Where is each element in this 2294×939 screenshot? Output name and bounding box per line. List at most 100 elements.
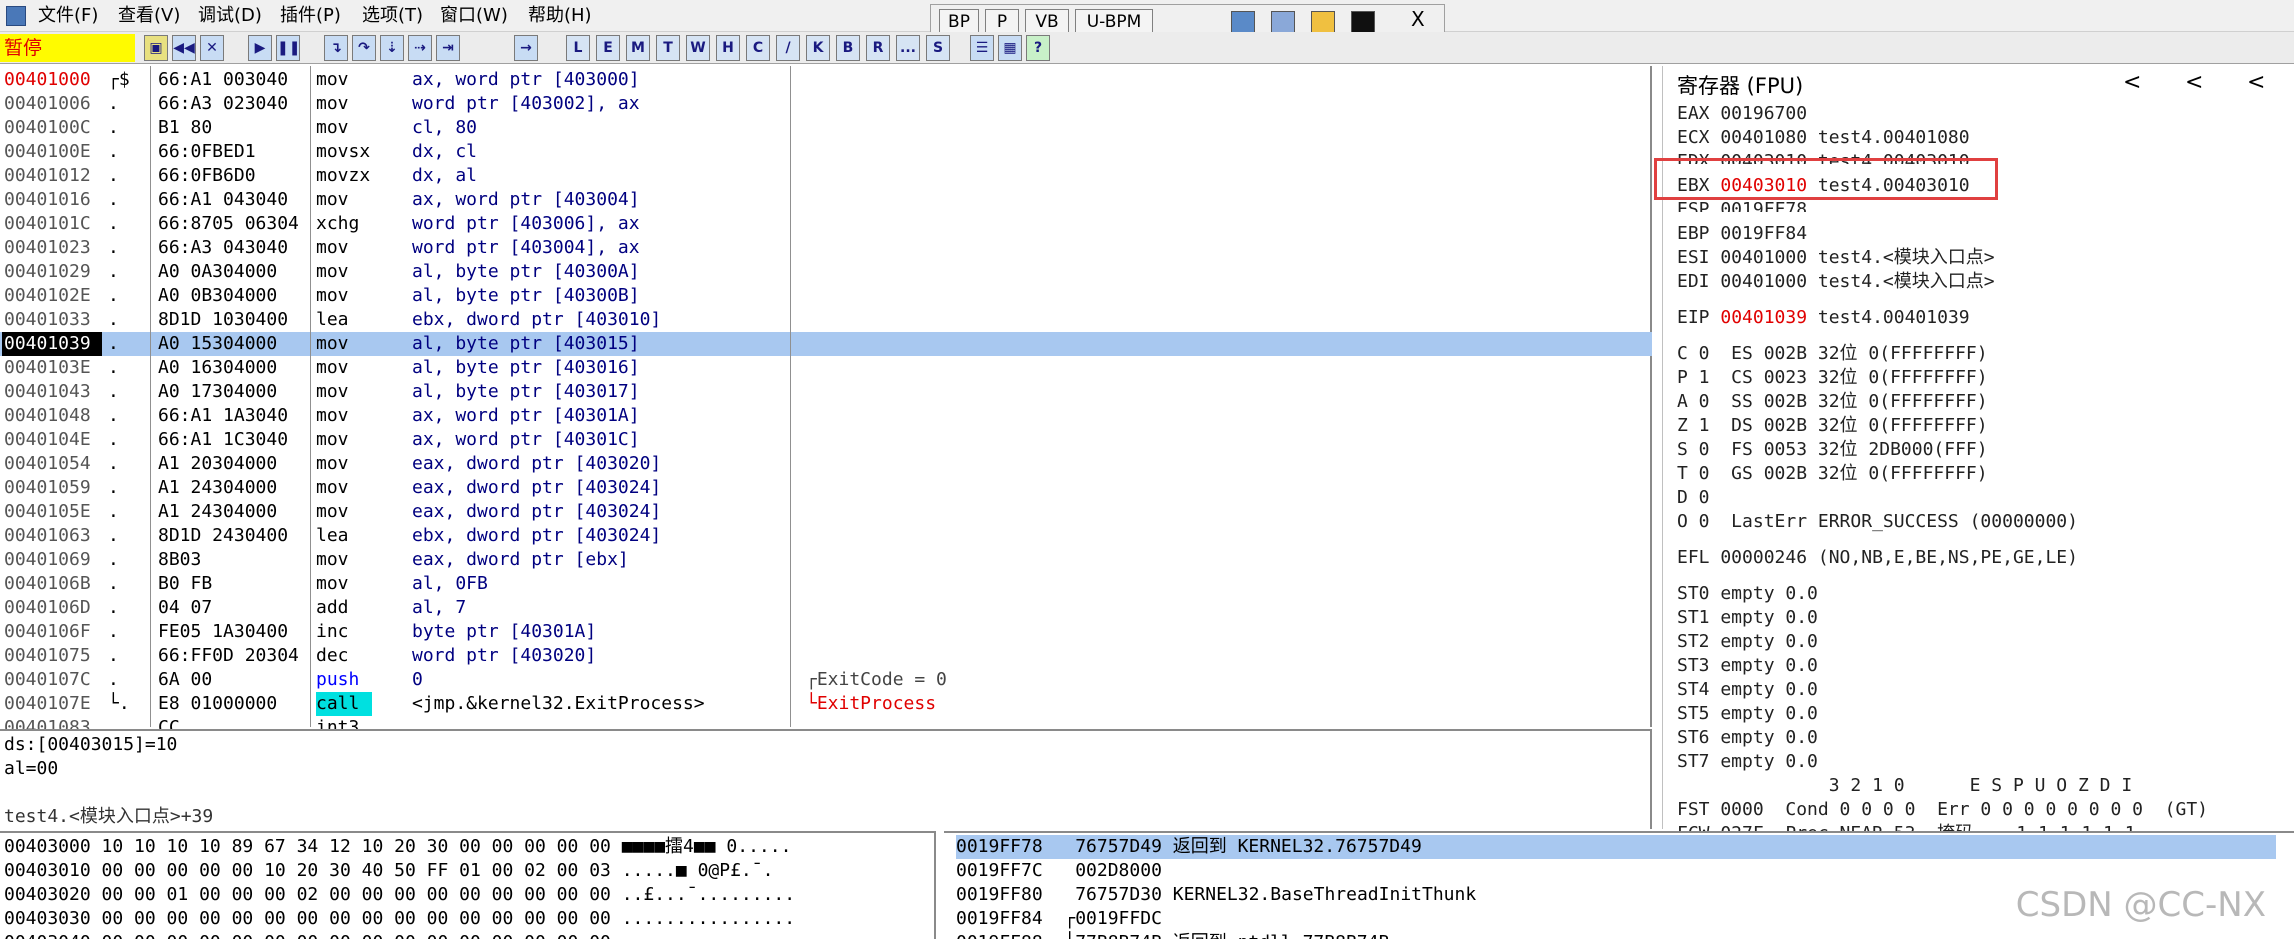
table-row[interactable]: 00401075. 66:FF0D 20304 dec word ptr [40302… (0, 644, 1652, 668)
menu-item[interactable]: 查看(V) (118, 4, 180, 28)
table-row[interactable]: 00401033. 8D1D 1030400 lea ebx, dword ptr [… (0, 308, 1652, 332)
step-into-icon[interactable]: ↴ (324, 35, 348, 61)
folder-icon[interactable] (1311, 11, 1335, 33)
table-row[interactable]: 0040106D. 04 07 add al, 7 (0, 596, 1652, 620)
toolbar-window-button[interactable]: C (746, 35, 770, 61)
toolbar-window-button[interactable]: K (806, 35, 830, 61)
run-icon[interactable]: ▶ (248, 35, 272, 61)
arrow-left-icon[interactable]: < (2247, 70, 2265, 95)
table-row[interactable]: 00401012. 66:0FB6D0 movzx dx, al (0, 164, 1652, 188)
goto-icon[interactable]: → (514, 35, 538, 61)
table-row[interactable]: 00401063. 8D1D 2430400 lea ebx, dword ptr [… (0, 524, 1652, 548)
register-line[interactable]: ST7 empty 0.0 (1677, 750, 1818, 774)
table-row[interactable]: 0040107C. 6A 00 push 0 ┌ExitCode = 0 (0, 668, 1652, 692)
table-row[interactable]: 00401029. A0 0A304000 mov al, byte ptr [403… (0, 260, 1652, 284)
memory-dump-pane[interactable]: 00403000 10 10 10 10 89 67 34 12 10 20 3… (0, 831, 936, 939)
register-line[interactable]: T 0 GS 002B 32位 0(FFFFFFFF) (1677, 462, 1988, 486)
table-row[interactable]: 00401039. A0 15304000 mov al, byte ptr [403… (0, 332, 1652, 356)
register-line[interactable]: EFL 00000246 (NO,NB,E,BE,NS,PE,GE,LE) (1677, 546, 2078, 570)
table-row[interactable]: 0040106F. FE05 1A30400 inc byte ptr [40301A… (0, 620, 1652, 644)
pause-icon[interactable]: ❚❚ (276, 35, 300, 61)
register-line[interactable]: ST1 empty 0.0 (1677, 606, 1818, 630)
table-row[interactable]: 0040103E. A0 16304000 mov al, byte ptr [403… (0, 356, 1652, 380)
dump-row[interactable]: 00403030 00 00 00 00 00 00 00 00 00 00 0… (4, 907, 795, 931)
table-row[interactable]: 0040105E. A1 24304000 mov eax, dword ptr [4… (0, 500, 1652, 524)
table-row[interactable]: 00401000 ┌$ 66:A1 003040 mov ax, word ptr [4… (0, 68, 1652, 92)
trace-into-icon[interactable]: ⇣ (380, 35, 404, 61)
toolbar-window-button[interactable]: S (926, 35, 950, 61)
toolbar-window-button[interactable]: H (716, 35, 740, 61)
table-row[interactable]: 0040100E. 66:0FBED1 movsx dx, cl (0, 140, 1652, 164)
close-icon[interactable]: X (1411, 7, 1425, 31)
dump-row[interactable]: 00403040 00 00 00 00 00 00 00 00 00 00 0… (4, 931, 795, 939)
table-row[interactable]: 00401083 CC int3 (0, 716, 1652, 730)
register-line[interactable]: FST 0000 Cond 0 0 0 0 Err 0 0 0 0 0 0 0 … (1677, 798, 2208, 822)
register-line[interactable]: S 0 FS 0053 32位 2DB000(FFF) (1677, 438, 1988, 462)
toolbar-window-button[interactable]: B (836, 35, 860, 61)
register-line[interactable]: ST5 empty 0.0 (1677, 702, 1818, 726)
open-icon[interactable]: ▣ (144, 35, 168, 61)
register-line[interactable]: ST4 empty 0.0 (1677, 678, 1818, 702)
cube-icon[interactable] (1231, 11, 1255, 33)
register-line[interactable]: ST6 empty 0.0 (1677, 726, 1818, 750)
register-line[interactable]: A 0 SS 002B 32位 0(FFFFFFFF) (1677, 390, 1988, 414)
toolbar-window-button[interactable]: T (656, 35, 680, 61)
register-line[interactable]: EAX 00196700 (1677, 102, 1807, 126)
arrow-left-icon[interactable]: < (2185, 70, 2203, 95)
table-row[interactable]: 0040104E. 66:A1 1C3040 mov ax, word ptr [40… (0, 428, 1652, 452)
close-process-icon[interactable]: ✕ (200, 35, 224, 61)
arrow-left-icon[interactable]: < (2123, 70, 2141, 95)
register-line[interactable]: ST2 empty 0.0 (1677, 630, 1818, 654)
register-line[interactable]: 3 2 1 0 E S P U O Z D I (1677, 774, 2132, 798)
register-line[interactable]: P 1 CS 0023 32位 0(FFFFFFFF) (1677, 366, 1988, 390)
dump-row[interactable]: 00403020 00 00 01 00 00 00 02 00 00 00 0… (4, 883, 795, 907)
table-row[interactable]: 0040101C. 66:8705 06304 xchg word ptr [4030… (0, 212, 1652, 236)
table-row[interactable]: 0040107E └. E8 01000000 call <jmp.&kernel32.… (0, 692, 1652, 716)
register-line[interactable]: O 0 LastErr ERROR_SUCCESS (00000000) (1677, 510, 2078, 534)
console-icon[interactable] (1351, 11, 1375, 33)
app-icon[interactable] (6, 6, 26, 26)
register-line[interactable]: ESI 00401000 test4.<模块入口点> (1677, 246, 1995, 270)
table-row[interactable]: 00401059. A1 24304000 mov eax, dword ptr [4… (0, 476, 1652, 500)
table-row[interactable]: 00401069. 8B03 mov eax, dword ptr [ebx] (0, 548, 1652, 572)
menu-item[interactable]: 插件(P) (280, 4, 341, 28)
toolbar-window-button[interactable]: E (596, 35, 620, 61)
register-line[interactable]: ECX 00401080 test4.00401080 (1677, 126, 1970, 150)
table-row[interactable]: 00401048. 66:A1 1A3040 mov ax, word ptr [40… (0, 404, 1652, 428)
step-over-icon[interactable]: ↷ (352, 35, 376, 61)
table-row[interactable]: 00401006. 66:A3 023040 mov word ptr [403002… (0, 92, 1652, 116)
dump-row[interactable]: 00403010 00 00 00 00 00 10 20 30 40 50 F… (4, 859, 773, 883)
toolbar-window-button[interactable]: M (626, 35, 650, 61)
help-icon[interactable]: ? (1026, 35, 1050, 61)
restart-icon[interactable]: ◀◀ (172, 35, 196, 61)
disassembly-pane[interactable]: 00401000 ┌$ 66:A1 003040 mov ax, word ptr [4… (0, 66, 1652, 730)
table-row[interactable]: 00401043. A0 17304000 mov al, byte ptr [403… (0, 380, 1652, 404)
register-line[interactable]: EIP 00401039 test4.00401039 (1677, 306, 1970, 330)
register-line[interactable]: ST0 empty 0.0 (1677, 582, 1818, 606)
table-row[interactable]: 0040106B. B0 FB mov al, 0FB (0, 572, 1652, 596)
register-line[interactable]: ESP 0019FF78 (1677, 198, 1807, 212)
table-row[interactable]: 00401054. A1 20304000 mov eax, dword ptr [4… (0, 452, 1652, 476)
dump-row[interactable]: 00403000 10 10 10 10 89 67 34 12 10 20 3… (4, 835, 791, 859)
register-line[interactable]: ST3 empty 0.0 (1677, 654, 1818, 678)
trace-over-icon[interactable]: ⇢ (408, 35, 432, 61)
table-row[interactable]: 0040102E. A0 0B304000 mov al, byte ptr [403… (0, 284, 1652, 308)
execute-till-return-icon[interactable]: ⇥ (436, 35, 460, 61)
register-line[interactable]: EBP 0019FF84 (1677, 222, 1807, 246)
toolbar-window-button[interactable]: / (776, 35, 800, 61)
register-line[interactable]: EDI 00401000 test4.<模块入口点> (1677, 270, 1995, 294)
table-row[interactable]: 00401023. 66:A3 043040 mov word ptr [403004… (0, 236, 1652, 260)
register-line[interactable]: C 0 ES 002B 32位 0(FFFFFFFF) (1677, 342, 1988, 366)
toolbar-window-button[interactable]: L (566, 35, 590, 61)
table-row[interactable]: 00401016. 66:A1 043040 mov ax, word ptr [40… (0, 188, 1652, 212)
menu-item[interactable]: 文件(F) (38, 4, 98, 28)
register-line[interactable]: Z 1 DS 002B 32位 0(FFFFFFFF) (1677, 414, 1988, 438)
toolbar-window-button[interactable]: W (686, 35, 710, 61)
toolbar-window-button[interactable]: ... (896, 35, 920, 61)
menu-item[interactable]: 窗口(W) (440, 4, 508, 28)
grid-icon[interactable]: ▦ (998, 35, 1022, 61)
stack-row[interactable]: 0019FF7C 002D8000 (956, 859, 2276, 883)
table-row[interactable]: 0040100C. B1 80 mov cl, 80 (0, 116, 1652, 140)
stack-row[interactable]: 0019FF78 76757D49 返回到 KERNEL32.76757D49 (956, 835, 2276, 859)
toolbar-window-button[interactable]: R (866, 35, 890, 61)
